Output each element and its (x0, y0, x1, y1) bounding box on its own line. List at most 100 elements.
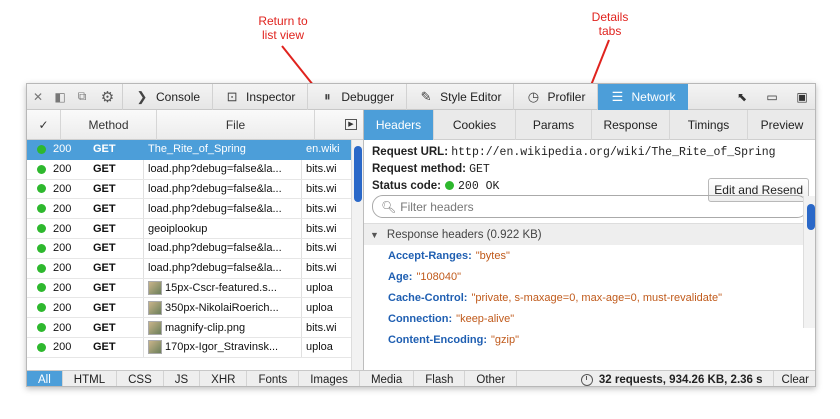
request-list-scrollbar[interactable] (351, 140, 363, 370)
details-tab-headers[interactable]: Headers (364, 109, 434, 140)
details-tab-cookies[interactable]: Cookies (434, 109, 516, 140)
header-row[interactable]: Connection: "keep-alive" (364, 309, 815, 330)
scrollbar-thumb[interactable] (807, 204, 815, 230)
clear-button[interactable]: Clear (772, 370, 815, 386)
annotation-text: Details (591, 10, 629, 24)
filter-media[interactable]: Media (360, 370, 415, 386)
request-domain: bits.wi (301, 238, 341, 258)
tab-debugger[interactable]: ⏸ Debugger (308, 84, 408, 110)
request-row[interactable]: 200 GET 350px-NikolaiRoerich... uploa (27, 298, 363, 319)
details-tab-params[interactable]: Params (516, 109, 592, 140)
filter-headers-input[interactable]: 🔍︎ Filter headers (372, 195, 808, 218)
console-icon: ❯ (136, 88, 148, 104)
tab-style-editor[interactable]: ✎ Style Editor (407, 84, 515, 110)
request-file: load.php?debug=false&la... (143, 179, 301, 199)
response-headers-toggle[interactable]: ▼ Response headers (0.922 KB) (364, 223, 815, 245)
details-tab-timings[interactable]: Timings (670, 109, 748, 140)
request-row[interactable]: 200 GET load.php?debug=false&la... bits.wi (27, 238, 363, 259)
request-method: GET (93, 242, 116, 255)
header-row[interactable]: Content-Encoding: "gzip" (364, 330, 815, 351)
column-status-header[interactable]: ✓ (27, 109, 61, 140)
scrollbar-thumb[interactable] (354, 146, 362, 202)
filter-css[interactable]: CSS (117, 370, 164, 386)
header-value: "bytes" (475, 249, 510, 262)
tab-label: Inspector (246, 89, 296, 104)
header-row[interactable]: Cache-Control: "private, s-maxage=0, max-… (364, 287, 815, 308)
split-console-icon[interactable]: ▭ (757, 84, 787, 110)
tab-label: Console (156, 89, 201, 104)
request-file-name: load.php?debug=false&la... (148, 262, 282, 275)
filter-js[interactable]: JS (164, 370, 201, 386)
pick-element-icon[interactable]: ⬉ (727, 84, 757, 110)
tab-profiler[interactable]: ◷ Profiler (514, 84, 599, 110)
network-footer: All HTML CSS JS XHR Fonts Images Media Flash Othe… (27, 370, 815, 386)
filter-all[interactable]: All (27, 370, 63, 386)
request-file-name: load.php?debug=false&la... (148, 182, 282, 195)
response-headers-section: ▼ Response headers (0.922 KB) Accept-Rang… (364, 223, 815, 370)
devtools-toolbar: ✕ ◧ ⧉ ⚙ ❯ Console ⊡ Inspector ⏸ Debugger ✎ S… (27, 84, 815, 110)
request-method-label: Request method: (372, 163, 466, 175)
details-tab-response[interactable]: Response (592, 109, 670, 140)
status-dot-icon (37, 263, 46, 273)
request-file-name: load.php?debug=false&la... (148, 202, 282, 215)
request-row[interactable]: 200 GET load.php?debug=false&la... bits.wi (27, 199, 363, 220)
request-method: GET (93, 262, 116, 275)
gear-icon[interactable]: ⚙ (93, 84, 123, 110)
request-row[interactable]: 200 GET 15px-Cscr-featured.s... uploa (27, 278, 363, 299)
details-tab-preview[interactable]: Preview (748, 110, 815, 140)
column-method-header[interactable]: Method (61, 109, 157, 140)
responsive-mode-icon[interactable]: ▣ (787, 84, 815, 110)
close-icon[interactable]: ✕ (27, 84, 49, 110)
header-row[interactable]: Accept-Ranges: "bytes" (364, 245, 815, 266)
devtools-window: ✕ ◧ ⧉ ⚙ ❯ Console ⊡ Inspector ⏸ Debugger ✎ S… (26, 83, 816, 387)
header-name: Age: (388, 270, 413, 283)
request-row[interactable]: 200 GET geoiplookup bits.wi (27, 219, 363, 239)
undock-icon[interactable]: ⧉ (71, 84, 93, 110)
dock-side-icon[interactable]: ◧ (49, 84, 71, 110)
status-dot-icon (37, 283, 46, 293)
request-list-header: ✓ Method File ▶ (27, 109, 363, 140)
filter-fonts[interactable]: Fonts (247, 370, 300, 386)
request-row[interactable]: 200 GET load.php?debug=false&la... bits.wi (27, 258, 363, 279)
inspector-icon: ⊡ (226, 88, 238, 104)
filter-images[interactable]: Images (299, 370, 360, 386)
filter-placeholder: Filter headers (400, 199, 474, 214)
filter-html[interactable]: HTML (63, 370, 118, 386)
details-panel: Headers Cookies Params Response Timings Previ… (364, 109, 815, 370)
request-row[interactable]: 200 GET load.php?debug=false&la... bits.wi (27, 179, 363, 200)
header-name: Content-Encoding: (388, 334, 487, 347)
request-file-name: 15px-Cscr-featured.s... (165, 281, 277, 294)
details-scrollbar[interactable] (803, 196, 815, 328)
collapse-triangle-icon: ▼ (370, 229, 379, 240)
status-dot-icon (37, 204, 46, 214)
request-row[interactable]: 200 GET magnify-clip.png bits.wi (27, 318, 363, 338)
request-file: load.php?debug=false&la... (143, 258, 301, 278)
annotation-text: Return to (258, 14, 308, 28)
request-file-name: magnify-clip.png (165, 321, 246, 334)
search-icon: 🔍︎ (381, 199, 397, 214)
request-domain: en.wiki (301, 140, 341, 159)
toggle-sidebar-button[interactable]: ▶ (345, 119, 357, 130)
column-file-header[interactable]: File (157, 109, 315, 140)
request-status: 200 (53, 301, 72, 314)
request-file-name: 350px-NikolaiRoerich... (165, 301, 279, 314)
request-row[interactable]: 200 GET 170px-Igor_Stravinsk... uploa (27, 337, 363, 358)
tab-inspector[interactable]: ⊡ Inspector (213, 84, 309, 110)
request-file: load.php?debug=false&la... (143, 159, 301, 179)
request-file-name: 170px-Igor_Stravinsk... (165, 341, 279, 354)
filter-other[interactable]: Other (465, 370, 518, 386)
tab-network[interactable]: ☰ Network (598, 84, 688, 110)
header-row[interactable]: Age: "108040" (364, 266, 815, 287)
header-name: Accept-Ranges: (388, 249, 472, 262)
image-thumbnail-icon (148, 340, 162, 355)
filter-xhr[interactable]: XHR (200, 370, 248, 386)
request-row[interactable]: 200 GET The_Rite_of_Spring en.wiki (27, 140, 363, 160)
tab-label: Network (631, 89, 676, 104)
annotation-text: tabs (598, 24, 622, 38)
request-file-name: load.php?debug=false&la... (148, 242, 282, 255)
status-dot-icon (37, 224, 46, 234)
tab-console[interactable]: ❯ Console (123, 84, 214, 110)
filter-flash[interactable]: Flash (414, 370, 466, 386)
request-row[interactable]: 200 GET load.php?debug=false&la... bits.wi (27, 159, 363, 180)
request-summary: Request URL: http://en.wikipedia.org/wik… (364, 140, 815, 223)
